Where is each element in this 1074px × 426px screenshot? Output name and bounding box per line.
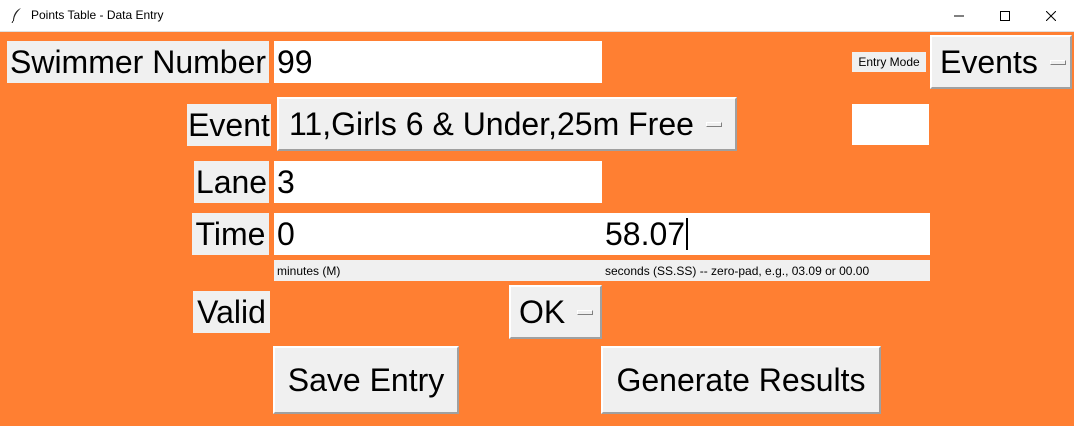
dropdown-indicator-icon <box>705 121 722 127</box>
swimmer-number-label: Swimmer Number <box>7 41 269 83</box>
feather-icon <box>10 7 24 24</box>
seconds-value: 58.07 <box>605 215 686 252</box>
entry-mode-label: Entry Mode <box>852 52 926 72</box>
valid-label: Valid <box>193 291 270 333</box>
seconds-input[interactable]: 58.07 <box>602 213 930 255</box>
generate-results-button[interactable]: Generate Results <box>601 346 881 414</box>
lane-label: Lane <box>194 161 269 203</box>
close-icon <box>1046 10 1056 21</box>
lane-input[interactable]: 3 <box>274 161 602 203</box>
event-dropdown[interactable]: 11,Girls 6 & Under,25m Free <box>277 97 737 151</box>
event-label: Event <box>187 104 271 146</box>
seconds-hint: seconds (SS.SS) -- zero-pad, e.g., 03.09… <box>602 260 930 281</box>
maximize-button[interactable] <box>982 0 1028 31</box>
close-button[interactable] <box>1028 0 1074 31</box>
valid-dropdown[interactable]: OK <box>509 285 602 339</box>
entry-mode-dropdown[interactable]: Events <box>930 35 1072 89</box>
valid-value: OK <box>519 293 566 330</box>
window-title: Points Table - Data Entry <box>31 8 164 22</box>
time-label: Time <box>192 213 269 255</box>
minimize-icon <box>954 15 964 16</box>
swimmer-number-input[interactable]: 99 <box>274 41 602 83</box>
title-bar: Points Table - Data Entry <box>0 0 1074 32</box>
maximize-icon <box>1000 10 1010 21</box>
event-value: 11,Girls 6 & Under,25m Free <box>289 105 694 142</box>
minutes-input[interactable]: 0 <box>274 213 602 255</box>
text-cursor <box>686 218 689 250</box>
dropdown-indicator-icon <box>577 309 594 315</box>
entry-mode-value: Events <box>940 43 1038 80</box>
event-side-field[interactable] <box>852 104 929 145</box>
minimize-button[interactable] <box>936 0 982 31</box>
save-entry-button[interactable]: Save Entry <box>273 346 459 414</box>
minutes-hint: minutes (M) <box>274 260 602 281</box>
dropdown-indicator-icon <box>1049 59 1066 65</box>
